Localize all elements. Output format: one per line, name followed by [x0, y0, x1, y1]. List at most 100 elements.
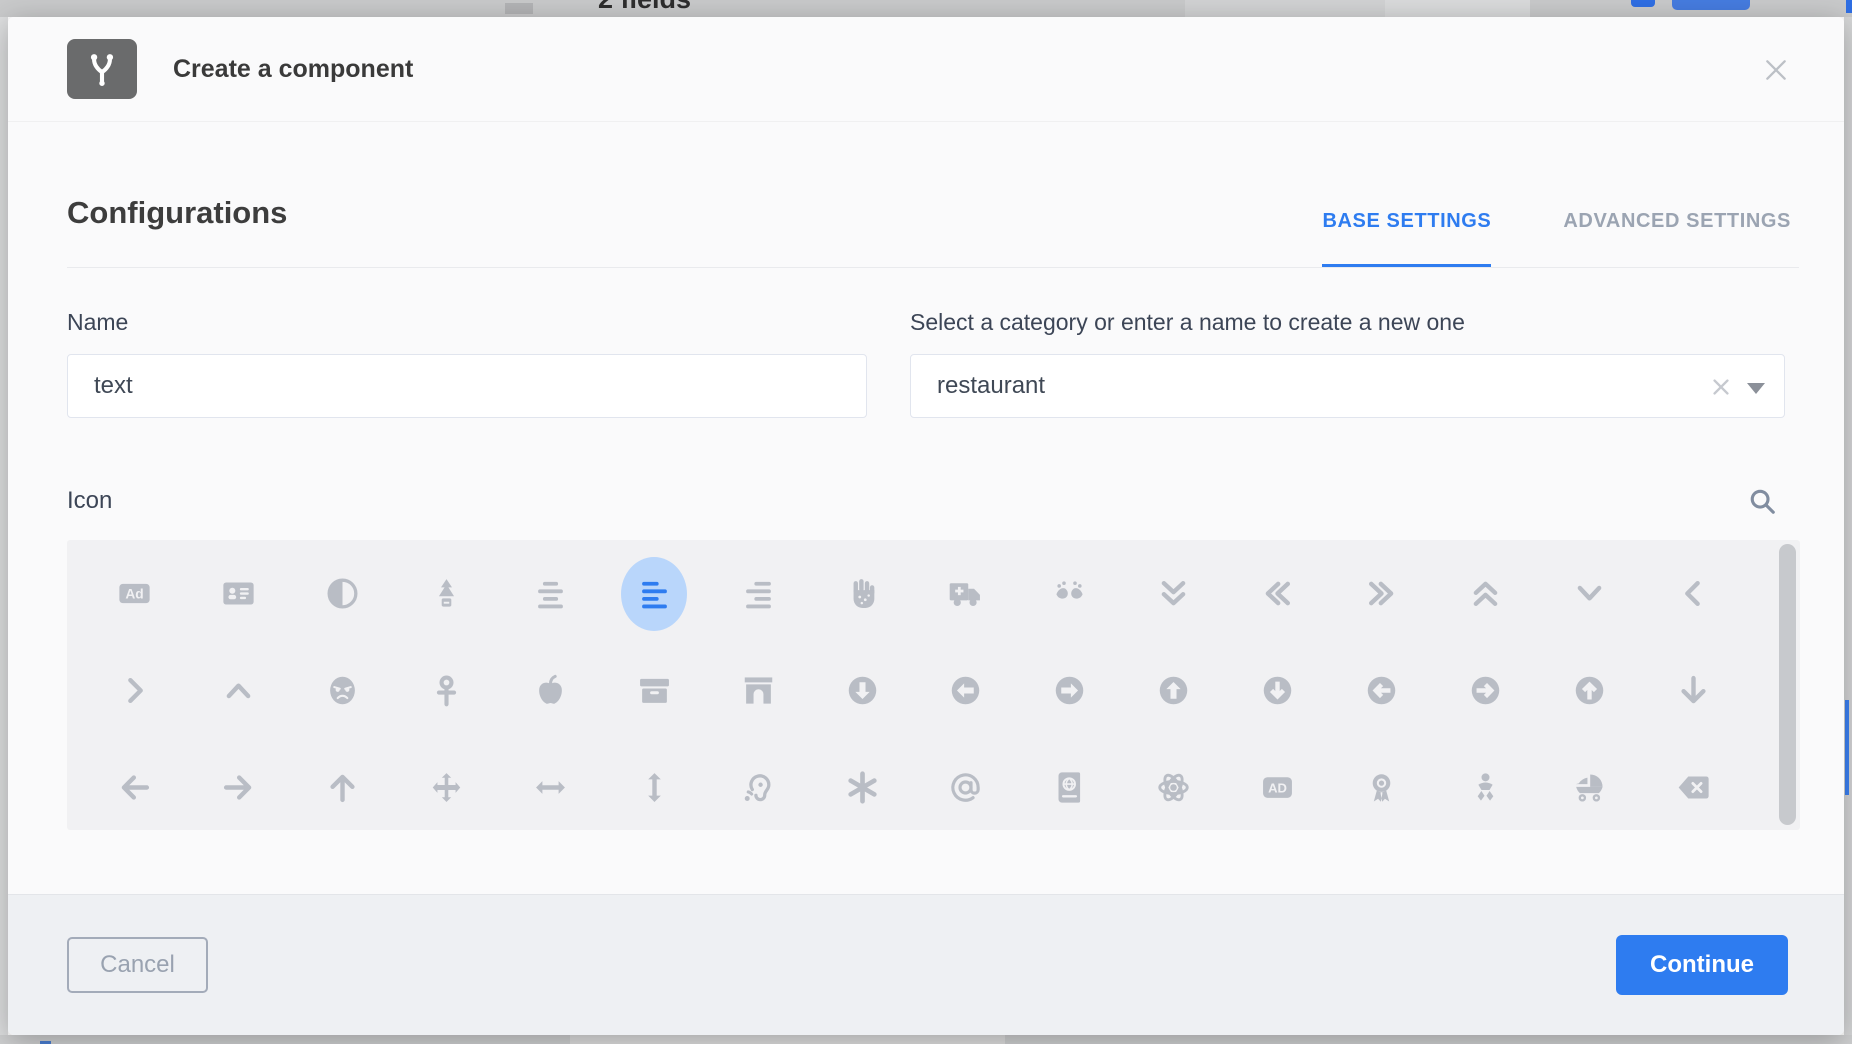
- background-scrollbar-fragment: [505, 3, 533, 14]
- angle-double-up-icon: [1469, 577, 1502, 610]
- icon-option-arrow-circle-up[interactable]: [1537, 642, 1641, 739]
- align-center-icon: [534, 577, 567, 610]
- icon-option-baby-carriage[interactable]: [1537, 739, 1641, 830]
- icon-option-arrow-up[interactable]: [291, 739, 395, 830]
- icon-option-angle-down[interactable]: [1537, 545, 1641, 642]
- icon-option-arrow-right[interactable]: [187, 739, 291, 830]
- icon-option-air-freshener[interactable]: [395, 545, 499, 642]
- icon-option-arrow-alt-circle-up[interactable]: [1122, 642, 1226, 739]
- settings-tabs: BASE SETTINGS ADVANCED SETTINGS: [1322, 209, 1791, 268]
- angle-right-icon: [118, 674, 151, 707]
- icon-option-align-center[interactable]: [499, 545, 603, 642]
- category-select[interactable]: restaurant: [910, 354, 1785, 418]
- arrow-circle-down-icon: [1261, 674, 1294, 707]
- component-branch-icon: [67, 39, 137, 99]
- background-partial-text: 2 fields: [598, 0, 718, 17]
- icon-option-ankh[interactable]: [395, 642, 499, 739]
- tab-base-settings[interactable]: BASE SETTINGS: [1322, 209, 1491, 268]
- atlas-icon: [1053, 771, 1086, 804]
- apple-alt-icon: [534, 674, 567, 707]
- svg-text:AD: AD: [1268, 781, 1287, 796]
- arrow-alt-circle-down-icon: [846, 674, 879, 707]
- icon-option-angle-double-left[interactable]: [1226, 545, 1330, 642]
- background-left-gutter: [0, 17, 8, 1035]
- scrollbar-thumb[interactable]: [1779, 544, 1796, 825]
- asterisk-icon: [846, 771, 879, 804]
- icon-grid: Ad AD: [83, 540, 1745, 830]
- american-sign-language-interpreting-icon: [1053, 577, 1086, 610]
- icon-option-atom[interactable]: [1122, 739, 1226, 830]
- clear-selection-icon[interactable]: [1710, 376, 1732, 398]
- archway-icon: [742, 674, 775, 707]
- backspace-icon: [1677, 771, 1710, 804]
- arrow-alt-circle-left-icon: [949, 674, 982, 707]
- icon-option-align-right[interactable]: [706, 545, 810, 642]
- icon-option-angry[interactable]: [291, 642, 395, 739]
- name-label: Name: [67, 307, 867, 337]
- tab-advanced-settings[interactable]: ADVANCED SETTINGS: [1563, 209, 1791, 268]
- close-button[interactable]: [1763, 57, 1789, 83]
- icon-option-arrow-circle-left[interactable]: [1330, 642, 1434, 739]
- icon-option-arrows-alt[interactable]: [395, 739, 499, 830]
- icon-option-angle-double-up[interactable]: [1433, 545, 1537, 642]
- icon-option-archive[interactable]: [602, 642, 706, 739]
- icon-option-ambulance[interactable]: [914, 545, 1018, 642]
- icon-option-assistive-listening-systems[interactable]: [706, 739, 810, 830]
- icon-option-arrow-left[interactable]: [83, 739, 187, 830]
- angle-double-right-icon: [1365, 577, 1398, 610]
- arrow-circle-up-icon: [1573, 674, 1606, 707]
- cancel-button[interactable]: Cancel: [67, 937, 208, 993]
- icon-option-arrow-down[interactable]: [1641, 642, 1745, 739]
- icon-option-ad[interactable]: Ad: [83, 545, 187, 642]
- icon-option-archway[interactable]: [706, 642, 810, 739]
- arrow-down-icon: [1677, 674, 1710, 707]
- background-blue-fragment: [1846, 0, 1852, 13]
- icon-option-allergies[interactable]: [810, 545, 914, 642]
- icon-option-arrow-alt-circle-left[interactable]: [914, 642, 1018, 739]
- icon-option-arrow-alt-circle-right[interactable]: [1018, 642, 1122, 739]
- icon-option-asterisk[interactable]: [810, 739, 914, 830]
- arrow-up-icon: [326, 771, 359, 804]
- icon-option-audio-description[interactable]: AD: [1226, 739, 1330, 830]
- continue-button[interactable]: Continue: [1616, 935, 1788, 995]
- icon-option-adjust[interactable]: [291, 545, 395, 642]
- icon-option-angle-up[interactable]: [187, 642, 291, 739]
- icon-option-arrow-circle-right[interactable]: [1433, 642, 1537, 739]
- address-card-icon: [222, 577, 255, 610]
- icon-option-backspace[interactable]: [1641, 739, 1745, 830]
- caret-down-icon[interactable]: [1747, 383, 1765, 394]
- angle-left-icon: [1677, 577, 1710, 610]
- category-field: Select a category or enter a name to cre…: [910, 307, 1785, 418]
- baby-icon: [1469, 771, 1502, 804]
- audio-description-icon: AD: [1261, 771, 1294, 804]
- icon-option-angle-double-down[interactable]: [1122, 545, 1226, 642]
- icon-option-align-left[interactable]: [602, 545, 706, 642]
- icon-option-baby[interactable]: [1433, 739, 1537, 830]
- adjust-icon: [326, 577, 359, 610]
- icon-picker-panel: Ad AD: [67, 540, 1800, 830]
- icon-option-angle-right[interactable]: [83, 642, 187, 739]
- arrows-alt-v-icon: [638, 771, 671, 804]
- icon-option-arrow-circle-down[interactable]: [1226, 642, 1330, 739]
- icon-option-arrow-alt-circle-down[interactable]: [810, 642, 914, 739]
- icon-option-award[interactable]: [1330, 739, 1434, 830]
- name-input[interactable]: [67, 354, 867, 418]
- icon-option-angle-left[interactable]: [1641, 545, 1745, 642]
- arrow-alt-circle-up-icon: [1157, 674, 1190, 707]
- icon-option-atlas[interactable]: [1018, 739, 1122, 830]
- arrows-alt-h-icon: [534, 771, 567, 804]
- icon-option-american-sign-language-interpreting[interactable]: [1018, 545, 1122, 642]
- icon-option-arrows-alt-v[interactable]: [602, 739, 706, 830]
- icon-option-apple-alt[interactable]: [499, 642, 603, 739]
- category-label: Select a category or enter a name to cre…: [910, 307, 1785, 337]
- icon-option-arrows-alt-h[interactable]: [499, 739, 603, 830]
- background-blue-fragment: [1845, 700, 1849, 795]
- search-icon[interactable]: [1747, 486, 1777, 516]
- align-left-icon: [621, 557, 687, 631]
- icon-option-address-card[interactable]: [187, 545, 291, 642]
- icon-option-angle-double-right[interactable]: [1330, 545, 1434, 642]
- icon-option-at[interactable]: [914, 739, 1018, 830]
- close-icon: [1763, 57, 1789, 83]
- icon-label: Icon: [67, 487, 112, 515]
- align-right-icon: [742, 577, 775, 610]
